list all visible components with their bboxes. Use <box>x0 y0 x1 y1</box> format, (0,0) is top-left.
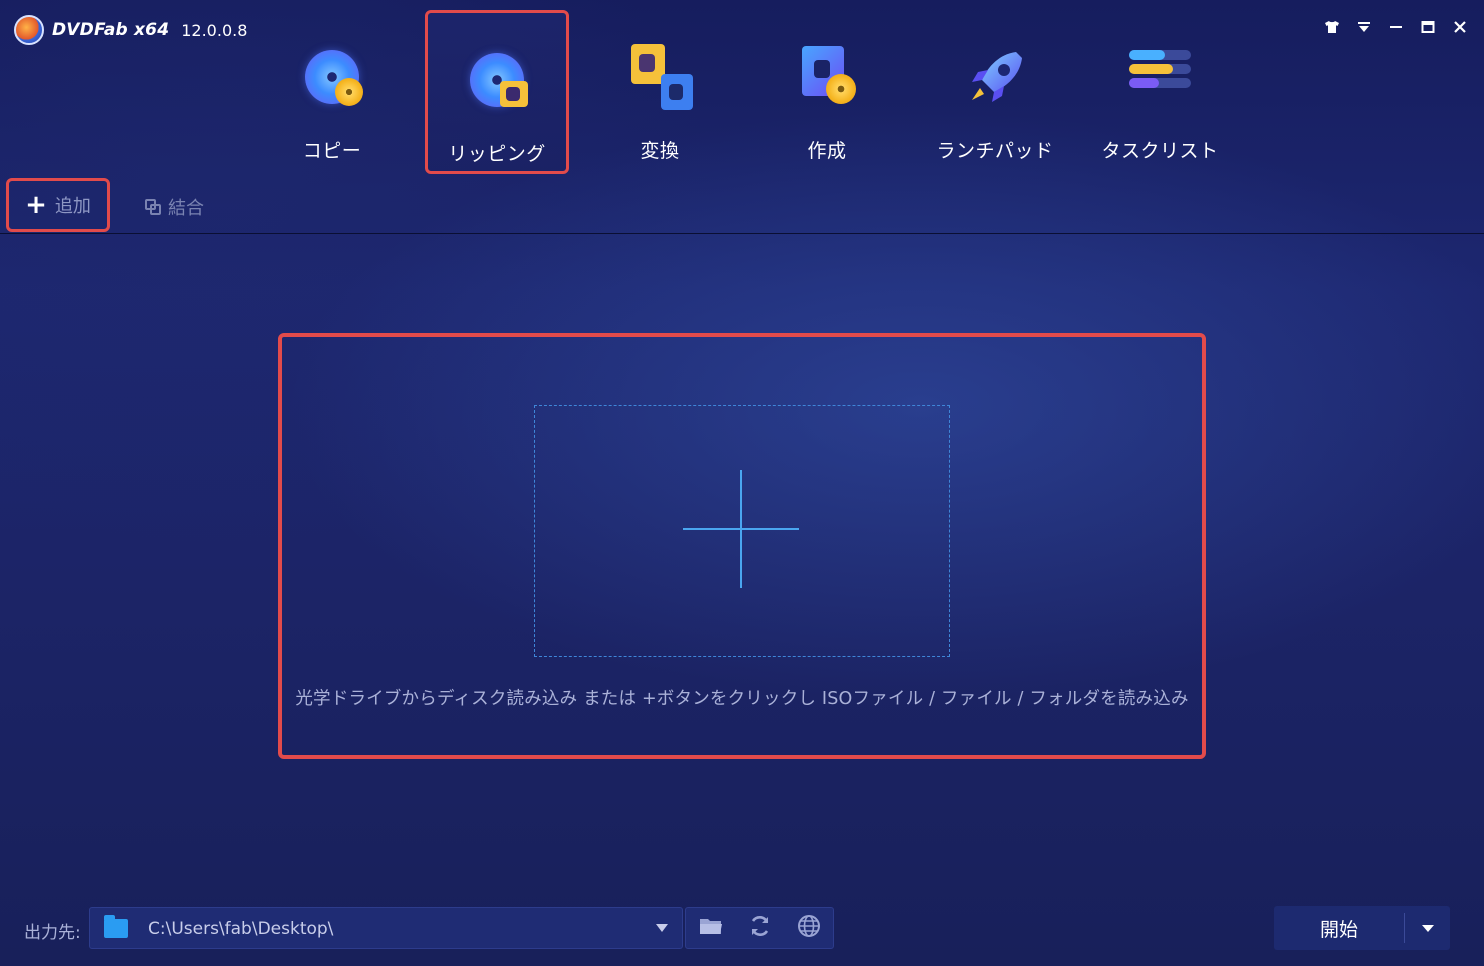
bottom-bar: 出力先: C:\Users\fab\Desktop\ 開始 <box>0 906 1484 952</box>
nav-label: コピー <box>302 140 362 162</box>
title-bar: DVDFab x64 12.0.0.8 <box>14 14 247 46</box>
nav-item-ripper[interactable]: リッピング <box>425 10 569 174</box>
add-source-area[interactable] <box>534 405 950 657</box>
app-version: 12.0.0.8 <box>181 20 248 40</box>
drop-hint: 光学ドライブからディスク読み込み または +ボタンをクリックし ISOファイル … <box>295 689 1189 709</box>
main-nav: コピー リッピング 変換 作成 ランチパッド タスクリスト <box>250 10 1230 174</box>
merge-button[interactable]: 結合 <box>144 194 204 220</box>
nav-label: タスクリスト <box>1101 140 1219 162</box>
dvdfab-logo-icon <box>14 15 44 45</box>
globe-icon[interactable] <box>797 914 821 943</box>
ripper-disc-icon <box>462 47 532 117</box>
rocket-icon <box>960 44 1030 114</box>
nav-label: ランチパッド <box>936 140 1054 162</box>
start-label: 開始 <box>1319 918 1358 941</box>
chevron-down-icon[interactable] <box>656 924 668 932</box>
plus-icon: + <box>25 190 47 220</box>
source-drop-zone: 光学ドライブからディスク読み込み または +ボタンをクリックし ISOファイル … <box>278 333 1206 759</box>
output-path-select[interactable]: C:\Users\fab\Desktop\ <box>89 907 683 949</box>
nav-label: 変換 <box>640 140 680 162</box>
nav-item-launchpad[interactable]: ランチパッド <box>915 10 1075 174</box>
app-brand: DVDFab x64 <box>52 20 170 40</box>
maximize-icon[interactable] <box>1418 16 1438 38</box>
tasklist-icon <box>1125 44 1195 114</box>
sub-toolbar: + 追加 結合 <box>0 178 1484 234</box>
dropdown-icon[interactable] <box>1354 16 1374 38</box>
add-label: 追加 <box>54 196 91 217</box>
output-label: 出力先: <box>24 923 81 943</box>
plus-icon-vertical <box>740 470 742 588</box>
close-icon[interactable] <box>1450 16 1470 38</box>
folder-icon <box>104 915 128 938</box>
start-button[interactable]: 開始 <box>1274 906 1450 950</box>
nav-item-copy[interactable]: コピー <box>262 10 402 174</box>
copy-disc-icon <box>297 44 367 114</box>
nav-item-converter[interactable]: 変換 <box>590 10 730 174</box>
nav-item-creator[interactable]: 作成 <box>757 10 897 174</box>
merge-icon <box>144 198 162 216</box>
convert-film-icon <box>625 44 695 114</box>
window-controls <box>1322 16 1470 38</box>
creator-film-icon <box>792 44 862 114</box>
nav-label: リッピング <box>448 143 546 165</box>
shirt-icon[interactable] <box>1322 16 1342 38</box>
nav-item-tasklist[interactable]: タスクリスト <box>1080 10 1240 174</box>
add-button[interactable]: + 追加 <box>6 178 110 232</box>
open-folder-icon[interactable] <box>699 916 723 941</box>
output-tools <box>685 907 834 949</box>
output-path: C:\Users\fab\Desktop\ <box>148 919 334 939</box>
minimize-icon[interactable] <box>1386 16 1406 38</box>
merge-label: 結合 <box>168 198 204 219</box>
refresh-icon[interactable] <box>748 914 772 943</box>
nav-label: 作成 <box>807 140 847 162</box>
start-options-chevron-icon[interactable] <box>1405 924 1450 932</box>
